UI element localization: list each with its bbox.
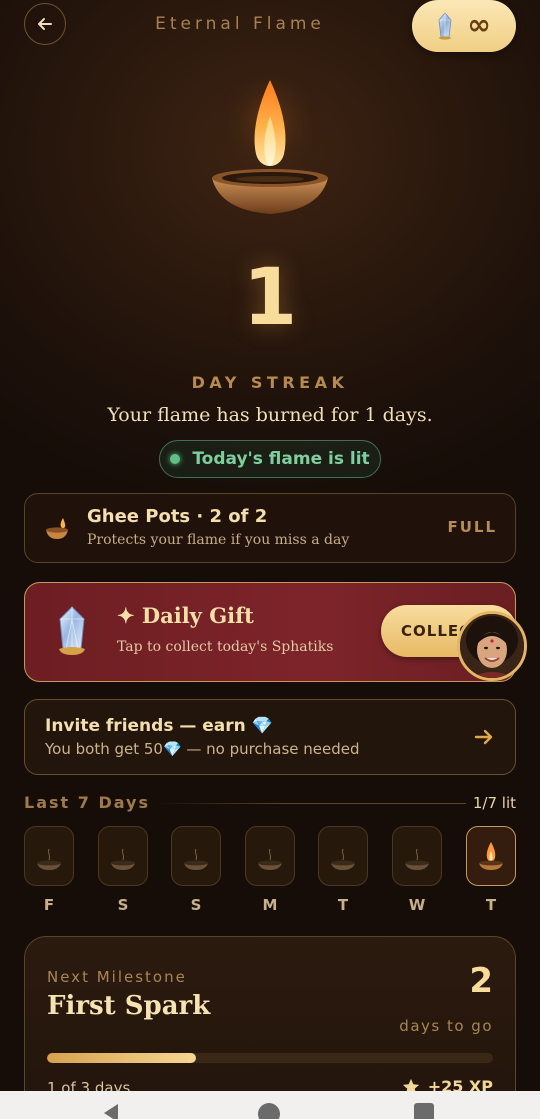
diya-icon bbox=[46, 518, 68, 539]
ghee-pots-subtitle: Protects your flame if you miss a day bbox=[87, 532, 350, 548]
status-dot-icon bbox=[170, 454, 181, 464]
day-letter: S bbox=[190, 896, 202, 914]
avatar-face-icon bbox=[460, 614, 524, 678]
balance-value: ∞ bbox=[467, 7, 491, 41]
daily-gift-card[interactable]: ✦ Daily Gift Tap to collect today's Spha… bbox=[24, 582, 517, 682]
nav-home-icon[interactable] bbox=[258, 1103, 280, 1119]
flame-status-text: Today's flame is lit bbox=[192, 449, 370, 469]
milestone-progress-track bbox=[47, 1053, 493, 1063]
day-unlit-box bbox=[245, 826, 295, 886]
crystal-icon bbox=[438, 12, 452, 40]
day-unlit-box bbox=[392, 826, 442, 886]
day-unlit-box bbox=[171, 826, 221, 886]
unlit-diya-icon bbox=[111, 848, 135, 870]
day-letter: F bbox=[43, 896, 55, 914]
system-nav-bar bbox=[0, 1091, 540, 1119]
milestone-progress-fill bbox=[47, 1053, 196, 1063]
last-7-days-label: Last 7 Days bbox=[24, 793, 150, 812]
streak-count: 1 bbox=[242, 253, 298, 343]
unlit-diya-icon bbox=[331, 848, 355, 870]
day-letter: W bbox=[408, 896, 426, 914]
diya-flame-illustration bbox=[200, 58, 340, 228]
day-unlit-box bbox=[98, 826, 148, 886]
unlit-diya-icon bbox=[184, 848, 208, 870]
day-letter: S bbox=[117, 896, 129, 914]
unlit-diya-icon bbox=[405, 848, 429, 870]
invite-friends-card[interactable]: Invite friends — earn 💎 You both get 50💎… bbox=[24, 699, 516, 775]
day-letter: T bbox=[337, 896, 349, 914]
milestone-days-label: days to go bbox=[399, 1017, 493, 1035]
invite-title: Invite friends — earn 💎 bbox=[45, 716, 273, 736]
lit-diya-icon bbox=[479, 842, 503, 870]
ghee-pots-status: FULL bbox=[447, 518, 497, 536]
unlit-diya-icon bbox=[37, 848, 61, 870]
arrow-right-icon bbox=[474, 729, 493, 745]
milestone-days-remaining: 2 bbox=[469, 961, 493, 1001]
arrow-left-icon bbox=[38, 18, 52, 30]
balance-pill[interactable]: ∞ bbox=[412, 0, 516, 52]
flame-status-badge: Today's flame is lit bbox=[159, 440, 381, 478]
eternal-flame-screen: Eternal Flame ∞ 1 DAY STREAK Your flame … bbox=[0, 0, 540, 1119]
milestone-title: First Spark bbox=[47, 991, 211, 1021]
streak-description: Your flame has burned for 1 days. bbox=[107, 404, 433, 426]
day-lit-box bbox=[466, 826, 516, 886]
lit-count: 1/7 lit bbox=[472, 794, 516, 812]
nav-back-icon[interactable] bbox=[104, 1104, 118, 1119]
avatar[interactable] bbox=[457, 611, 527, 681]
divider bbox=[158, 803, 466, 804]
daily-gift-title: ✦ Daily Gift bbox=[117, 603, 254, 628]
crystal-icon bbox=[59, 606, 85, 655]
ghee-pots-title: Ghee Pots · 2 of 2 bbox=[87, 506, 268, 527]
unlit-diya-icon bbox=[258, 848, 282, 870]
invite-subtitle: You both get 50💎 — no purchase needed bbox=[45, 740, 360, 758]
day-letter: T bbox=[485, 896, 497, 914]
milestone-label: Next Milestone bbox=[47, 968, 187, 986]
ghee-pots-card[interactable]: Ghee Pots · 2 of 2 Protects your flame i… bbox=[24, 493, 516, 563]
day-unlit-box bbox=[318, 826, 368, 886]
page-title: Eternal Flame bbox=[155, 14, 325, 34]
streak-label: DAY STREAK bbox=[191, 373, 349, 392]
day-letter: M bbox=[262, 896, 278, 914]
back-button[interactable] bbox=[24, 3, 66, 45]
daily-gift-subtitle: Tap to collect today's Sphatiks bbox=[117, 639, 334, 655]
day-unlit-box bbox=[24, 826, 74, 886]
nav-recents-icon[interactable] bbox=[414, 1103, 434, 1119]
